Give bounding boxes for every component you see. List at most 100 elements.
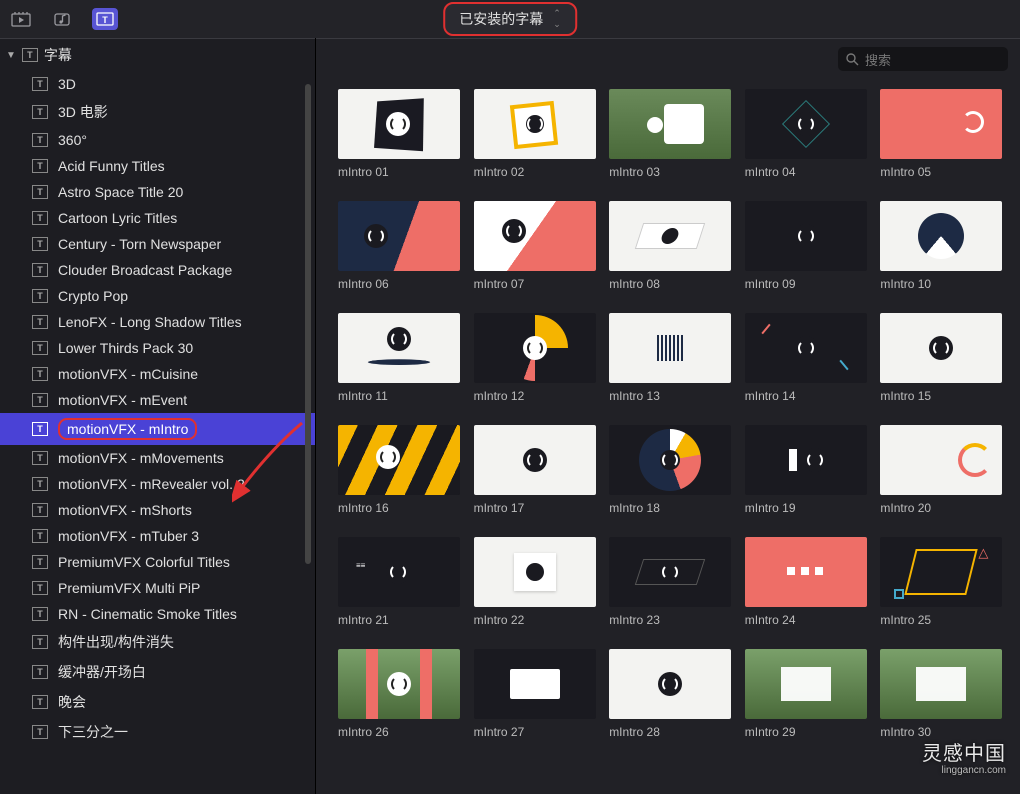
sidebar-item[interactable]: T3D 电影 bbox=[0, 97, 315, 127]
preset-label: mIntro 09 bbox=[745, 277, 869, 291]
preset-thumbnail bbox=[880, 425, 1002, 495]
preset-cell[interactable]: mIntro 23 bbox=[609, 537, 733, 627]
preset-cell[interactable]: mIntro 26 bbox=[338, 649, 462, 739]
sidebar-item[interactable]: TmotionVFX - mIntro bbox=[0, 413, 315, 445]
sidebar-item[interactable]: TmotionVFX - mRevealer vol. 2 bbox=[0, 471, 315, 497]
preset-cell[interactable]: △mIntro 25 bbox=[880, 537, 1004, 627]
sidebar-item[interactable]: TCrypto Pop bbox=[0, 283, 315, 309]
sidebar-item[interactable]: TmotionVFX - mShorts bbox=[0, 497, 315, 523]
sidebar-item[interactable]: T 3D bbox=[0, 71, 315, 97]
preset-cell[interactable]: mIntro 01 bbox=[338, 89, 462, 179]
sidebar-item-label: Acid Funny Titles bbox=[58, 158, 165, 174]
preset-cell[interactable]: mIntro 14 bbox=[745, 313, 869, 403]
preset-label: mIntro 16 bbox=[338, 501, 462, 515]
preset-label: mIntro 30 bbox=[880, 725, 1004, 739]
preset-thumbnail bbox=[745, 537, 867, 607]
preset-cell[interactable]: mIntro 17 bbox=[474, 425, 598, 515]
watermark: 灵感中国 linggancn.com bbox=[922, 743, 1006, 776]
preset-thumbnail bbox=[338, 201, 460, 271]
sidebar-item[interactable]: TLower Thirds Pack 30 bbox=[0, 335, 315, 361]
sidebar-item-label: motionVFX - mIntro bbox=[58, 418, 197, 440]
preset-thumbnail bbox=[880, 649, 1002, 719]
title-category-icon: T bbox=[32, 77, 48, 91]
preset-cell[interactable]: mIntro 28 bbox=[609, 649, 733, 739]
preset-label: mIntro 19 bbox=[745, 501, 869, 515]
preset-label: mIntro 11 bbox=[338, 389, 462, 403]
sidebar-item-label: 3D 电影 bbox=[58, 102, 108, 122]
search-input[interactable]: 搜索 bbox=[838, 47, 1008, 71]
sidebar-item[interactable]: T下三分之一 bbox=[0, 717, 315, 747]
preset-cell[interactable]: mIntro 13 bbox=[609, 313, 733, 403]
preset-thumbnail bbox=[880, 313, 1002, 383]
library-audio-icon[interactable] bbox=[50, 8, 76, 30]
title-category-icon: T bbox=[32, 185, 48, 199]
sidebar-item[interactable]: TmotionVFX - mMovements bbox=[0, 445, 315, 471]
preset-cell[interactable]: mIntro 18 bbox=[609, 425, 733, 515]
sidebar-item[interactable]: TCartoon Lyric Titles bbox=[0, 205, 315, 231]
sidebar-item-label: Century - Torn Newspaper bbox=[58, 236, 221, 252]
sidebar-item[interactable]: TAstro Space Title 20 bbox=[0, 179, 315, 205]
preset-cell[interactable]: mIntro 02 bbox=[474, 89, 598, 179]
preset-cell[interactable]: mIntro 19 bbox=[745, 425, 869, 515]
preset-label: mIntro 14 bbox=[745, 389, 869, 403]
sidebar-item-label: 3D bbox=[58, 76, 76, 92]
sidebar-item[interactable]: TRN - Cinematic Smoke Titles bbox=[0, 601, 315, 627]
sidebar-root[interactable]: ▼ T 字幕 bbox=[0, 38, 315, 71]
sidebar-item-label: motionVFX - mMovements bbox=[58, 450, 224, 466]
preset-cell[interactable]: mIntro 04 bbox=[745, 89, 869, 179]
sidebar-item[interactable]: T构件出现/构件消失 bbox=[0, 627, 315, 657]
preset-cell[interactable]: mIntro 16 bbox=[338, 425, 462, 515]
library-media-icon[interactable] bbox=[8, 8, 34, 30]
preset-cell[interactable]: mIntro 27 bbox=[474, 649, 598, 739]
preset-cell[interactable]: mIntro 30 bbox=[880, 649, 1004, 739]
preset-cell[interactable]: mIntro 15 bbox=[880, 313, 1004, 403]
sidebar-item[interactable]: TmotionVFX - mEvent bbox=[0, 387, 315, 413]
sidebar-item-label: motionVFX - mCuisine bbox=[58, 366, 198, 382]
preset-thumbnail bbox=[338, 425, 460, 495]
preset-cell[interactable]: mIntro 06 bbox=[338, 201, 462, 291]
disclosure-triangle-icon[interactable]: ▼ bbox=[6, 50, 16, 61]
preset-cell[interactable]: mIntro 12 bbox=[474, 313, 598, 403]
title-category-icon: T bbox=[32, 211, 48, 225]
sidebar-item[interactable]: T晚会 bbox=[0, 687, 315, 717]
preset-cell[interactable]: mIntro 05 bbox=[880, 89, 1004, 179]
sidebar-item[interactable]: TPremiumVFX Multi PiP bbox=[0, 575, 315, 601]
preset-cell[interactable]: mIntro 20 bbox=[880, 425, 1004, 515]
sidebar-item-label: Lower Thirds Pack 30 bbox=[58, 340, 193, 356]
preset-cell[interactable]: mIntro 11 bbox=[338, 313, 462, 403]
preset-cell[interactable]: mIntro 09 bbox=[745, 201, 869, 291]
sidebar-scrollbar[interactable] bbox=[305, 84, 311, 564]
title-category-icon: T bbox=[32, 555, 48, 569]
sidebar-item[interactable]: TAcid Funny Titles bbox=[0, 153, 315, 179]
sidebar-item[interactable]: T360° bbox=[0, 127, 315, 153]
preset-cell[interactable]: mIntro 24 bbox=[745, 537, 869, 627]
preset-cell[interactable]: mIntro 29 bbox=[745, 649, 869, 739]
preset-label: mIntro 29 bbox=[745, 725, 869, 739]
preset-cell[interactable]: mIntro 07 bbox=[474, 201, 598, 291]
sidebar-item[interactable]: T缓冲器/开场白 bbox=[0, 657, 315, 687]
preset-thumbnail bbox=[609, 425, 731, 495]
sidebar-item[interactable]: TClouder Broadcast Package bbox=[0, 257, 315, 283]
title-category-icon: T bbox=[32, 529, 48, 543]
sidebar-item-label: 360° bbox=[58, 132, 87, 148]
sidebar-item[interactable]: TPremiumVFX Colorful Titles bbox=[0, 549, 315, 575]
preset-label: mIntro 07 bbox=[474, 277, 598, 291]
preset-cell[interactable]: ≡≡mIntro 21 bbox=[338, 537, 462, 627]
sidebar-item[interactable]: TmotionVFX - mCuisine bbox=[0, 361, 315, 387]
title-category-icon: T bbox=[32, 477, 48, 491]
sidebar-item-label: motionVFX - mTuber 3 bbox=[58, 528, 199, 544]
sidebar-item[interactable]: TCentury - Torn Newspaper bbox=[0, 231, 315, 257]
category-dropdown[interactable]: 已安装的字幕 ⌃⌄ bbox=[443, 2, 577, 36]
preset-cell[interactable]: mIntro 10 bbox=[880, 201, 1004, 291]
sidebar-item[interactable]: TmotionVFX - mTuber 3 bbox=[0, 523, 315, 549]
chevron-updown-icon: ⌃⌄ bbox=[553, 8, 561, 30]
preset-label: mIntro 10 bbox=[880, 277, 1004, 291]
preset-thumbnail bbox=[745, 313, 867, 383]
preset-cell[interactable]: mIntro 08 bbox=[609, 201, 733, 291]
preset-cell[interactable]: mIntro 22 bbox=[474, 537, 598, 627]
library-titles-icon[interactable]: T bbox=[92, 8, 118, 30]
preset-cell[interactable]: mIntro 03 bbox=[609, 89, 733, 179]
preset-thumbnail bbox=[745, 425, 867, 495]
sidebar-item[interactable]: TLenoFX - Long Shadow Titles bbox=[0, 309, 315, 335]
preset-thumbnail bbox=[880, 89, 1002, 159]
